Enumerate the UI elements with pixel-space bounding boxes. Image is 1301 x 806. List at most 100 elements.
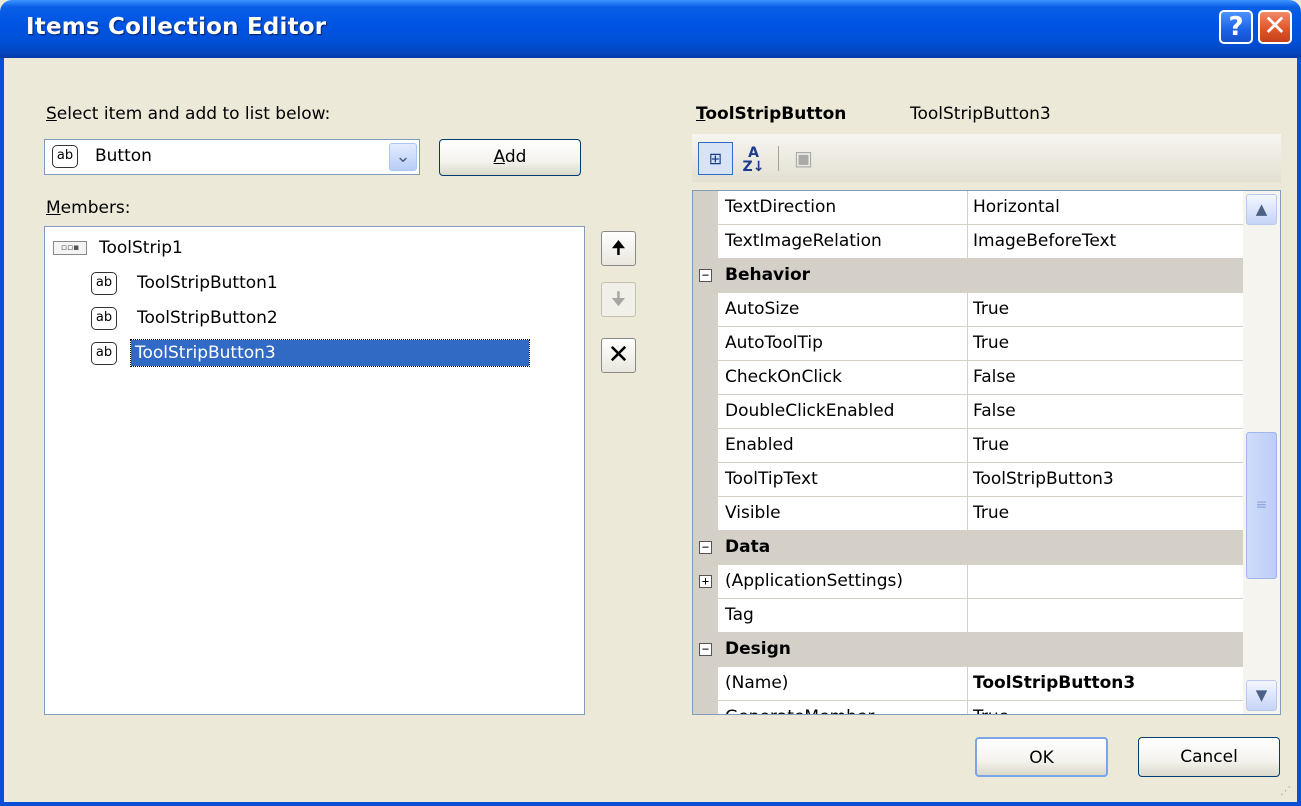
ok-button[interactable]: OK xyxy=(975,737,1108,777)
title-bar[interactable]: Items Collection Editor ? ✕ xyxy=(0,0,1301,58)
property-grid[interactable]: TextDirection Horizontal TextImageRelation… xyxy=(692,190,1281,715)
property-name: GenerateMember xyxy=(725,707,874,714)
item-type-combobox[interactable]: ab Button ⌄ xyxy=(44,139,420,175)
row-gutter xyxy=(693,191,718,225)
property-value[interactable]: True xyxy=(973,299,1009,319)
scroll-down-arrow[interactable]: ▼ xyxy=(1246,680,1277,711)
property-row[interactable]: DoubleClickEnabled False xyxy=(693,395,1243,429)
property-grid-object-name: ToolStripButton3 xyxy=(910,104,1051,124)
expand-icon[interactable]: + xyxy=(699,575,712,588)
property-grid-type-label: ToolStripButton xyxy=(696,104,846,124)
property-grid-scrollbar[interactable]: ▲ ≡ ▼ xyxy=(1243,191,1280,714)
delete-item-button[interactable]: ✕ xyxy=(601,338,636,373)
column-divider xyxy=(967,293,968,327)
categorized-icon[interactable]: ⊞ xyxy=(698,142,733,175)
property-row[interactable]: + (ApplicationSettings) xyxy=(693,565,1243,599)
row-gutter xyxy=(693,361,718,395)
collapse-icon[interactable]: − xyxy=(699,643,712,656)
property-value[interactable]: True xyxy=(973,707,1009,714)
window-title: Items Collection Editor xyxy=(26,14,327,40)
property-row[interactable]: TextImageRelation ImageBeforeText xyxy=(693,225,1243,259)
move-down-button[interactable]: 🠋 xyxy=(601,282,636,317)
property-name: Tag xyxy=(725,605,754,625)
alphabetical-sort-icon-top: A xyxy=(748,145,759,161)
property-row[interactable]: AutoToolTip True xyxy=(693,327,1243,361)
property-value[interactable]: False xyxy=(973,367,1016,387)
row-gutter xyxy=(693,599,718,633)
property-name: ToolTipText xyxy=(725,469,818,489)
scroll-thumb[interactable]: ≡ xyxy=(1246,432,1277,579)
property-name: DoubleClickEnabled xyxy=(725,401,895,421)
property-name: TextDirection xyxy=(725,197,837,217)
column-divider xyxy=(967,497,968,531)
alphabetical-sort-icon-bottom: Z↓ xyxy=(742,159,765,175)
property-row[interactable]: Visible True xyxy=(693,497,1243,531)
column-divider xyxy=(967,599,968,633)
collapse-icon[interactable]: − xyxy=(699,269,712,282)
members-list[interactable]: ▫▫▪ ToolStrip1 ab ToolStripButton1 ab To… xyxy=(44,226,585,715)
members-label: Members: xyxy=(46,198,131,218)
property-value[interactable]: False xyxy=(973,401,1016,421)
property-name: Visible xyxy=(725,503,781,523)
column-divider xyxy=(967,361,968,395)
resize-grip-icon[interactable]: ⋰ xyxy=(1280,784,1294,798)
property-pages-icon: ▣ xyxy=(794,146,813,170)
chevron-down-icon[interactable]: ⌄ xyxy=(389,143,417,171)
property-row[interactable]: AutoSize True xyxy=(693,293,1243,327)
members-label-text: embers: xyxy=(60,198,131,218)
column-divider xyxy=(967,395,968,429)
close-button[interactable]: ✕ xyxy=(1258,10,1292,44)
column-divider xyxy=(967,701,968,714)
property-value[interactable]: Horizontal xyxy=(973,197,1060,217)
move-up-button[interactable]: 🠉 xyxy=(601,231,636,266)
cancel-button[interactable]: Cancel xyxy=(1138,737,1280,777)
property-value[interactable]: ToolStripButton3 xyxy=(973,469,1114,489)
add-button-text: dd xyxy=(504,147,527,167)
property-name: Enabled xyxy=(725,435,794,455)
property-value[interactable]: True xyxy=(973,333,1009,353)
button-type-icon: ab xyxy=(91,342,117,365)
property-value[interactable]: ToolStripButton3 xyxy=(973,673,1135,693)
column-divider xyxy=(967,463,968,497)
column-divider xyxy=(967,191,968,225)
column-divider xyxy=(967,225,968,259)
property-value[interactable]: True xyxy=(973,435,1009,455)
category-name: Data xyxy=(725,537,771,557)
row-gutter xyxy=(693,429,718,463)
property-category-row[interactable]: − Design xyxy=(693,633,1243,667)
property-row[interactable]: TextDirection Horizontal xyxy=(693,191,1243,225)
scroll-up-arrow[interactable]: ▲ xyxy=(1246,194,1277,225)
property-row[interactable]: Enabled True xyxy=(693,429,1243,463)
help-button[interactable]: ? xyxy=(1219,10,1253,44)
tree-item-label: ToolStrip1 xyxy=(99,238,183,258)
button-type-icon: ab xyxy=(91,307,117,330)
property-category-row[interactable]: − Behavior xyxy=(693,259,1243,293)
alphabetical-sort-icon[interactable]: A Z↓ xyxy=(736,142,771,175)
column-divider xyxy=(967,565,968,599)
tree-item-label: ToolStripButton2 xyxy=(137,308,278,328)
property-category-row[interactable]: − Data xyxy=(693,531,1243,565)
property-value[interactable]: True xyxy=(973,503,1009,523)
select-item-label-accel: S xyxy=(46,104,57,124)
property-row[interactable]: Tag xyxy=(693,599,1243,633)
category-name: Behavior xyxy=(725,265,811,285)
row-gutter xyxy=(693,395,718,429)
add-button[interactable]: Add xyxy=(439,139,581,176)
property-name: TextImageRelation xyxy=(725,231,882,251)
select-item-label-text: elect item and add to list below: xyxy=(56,104,331,124)
collapse-icon[interactable]: − xyxy=(699,541,712,554)
property-row[interactable]: (Name) ToolStripButton3 xyxy=(693,667,1243,701)
row-gutter xyxy=(693,293,718,327)
property-row[interactable]: GenerateMember True xyxy=(693,701,1243,714)
row-gutter xyxy=(693,497,718,531)
property-row[interactable]: CheckOnClick False xyxy=(693,361,1243,395)
property-name: AutoSize xyxy=(725,299,800,319)
property-name: AutoToolTip xyxy=(725,333,823,353)
property-row[interactable]: ToolTipText ToolStripButton3 xyxy=(693,463,1243,497)
button-type-icon: ab xyxy=(52,145,78,168)
property-value[interactable]: ImageBeforeText xyxy=(973,231,1116,251)
tree-item-label-selected: ToolStripButton3 xyxy=(130,339,530,367)
toolstrip-icon: ▫▫▪ xyxy=(53,241,87,255)
items-collection-editor-window: Items Collection Editor ? ✕ Select item … xyxy=(0,0,1301,806)
property-grid-type-accel: T xyxy=(696,104,706,124)
